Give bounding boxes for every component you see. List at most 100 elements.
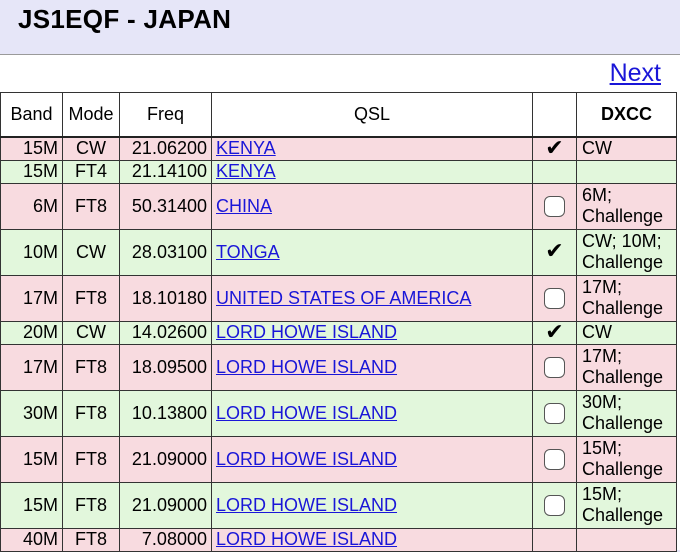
dxcc-cell: 17M; Challenge: [576, 343, 677, 391]
dxcc-line: Challenge: [582, 413, 664, 433]
freq-cell: 21.09000: [119, 435, 212, 483]
band-cell: 30M: [0, 389, 63, 437]
confirm-checkbox[interactable]: [544, 195, 565, 217]
dxcc-line: CW: [582, 138, 612, 158]
table-row: 15M CW 21.06200 KENYA ✔ CW: [0, 134, 677, 161]
check-cell: [532, 481, 577, 529]
qsl-country-link[interactable]: KENYA: [216, 161, 276, 181]
dxcc-cell: 6M; Challenge: [576, 182, 677, 230]
dxcc-line: Challenge: [582, 252, 664, 272]
qsl-country-link[interactable]: LORD HOWE ISLAND: [216, 495, 397, 515]
qsl-country-link[interactable]: LORD HOWE ISLAND: [216, 403, 397, 423]
column-header-freq: Freq: [119, 92, 212, 138]
dxcc-cell: CW: [576, 320, 677, 345]
qsl-country-link[interactable]: CHINA: [216, 196, 272, 216]
mode-cell: FT8: [62, 343, 120, 391]
qsl-country-link[interactable]: LORD HOWE ISLAND: [216, 529, 397, 549]
qsl-cell: KENYA: [211, 159, 533, 184]
mode-cell: CW: [62, 136, 120, 161]
table-row: 30M FT8 10.13800 LORD HOWE ISLAND 30M; Challe…: [0, 389, 677, 437]
mode-cell: FT8: [62, 274, 120, 322]
column-header-band: Band: [0, 92, 63, 138]
dxcc-line: 15M;: [582, 484, 623, 504]
dxcc-line: Challenge: [582, 367, 664, 387]
dxcc-cell: 15M; Challenge: [576, 435, 677, 483]
page-title: JS1EQF - JAPAN: [18, 4, 232, 34]
mode-cell: FT4: [62, 159, 120, 184]
qsl-cell: LORD HOWE ISLAND: [211, 527, 533, 552]
confirm-checkbox[interactable]: [544, 402, 565, 424]
qsl-cell: LORD HOWE ISLAND: [211, 343, 533, 391]
check-cell: [532, 435, 577, 483]
dxcc-line: 30M;: [582, 392, 623, 412]
band-cell: 10M: [0, 228, 63, 276]
freq-cell: 18.09500: [119, 343, 212, 391]
mode-cell: FT8: [62, 527, 120, 552]
table-row: 15M FT8 21.09000 LORD HOWE ISLAND 15M; Challe…: [0, 435, 677, 483]
table-row: 6M FT8 50.31400 CHINA 6M; Challenge: [0, 182, 677, 230]
mode-cell: CW: [62, 320, 120, 345]
freq-cell: 50.31400: [119, 182, 212, 230]
dxcc-line: CW; 10M;: [582, 231, 662, 251]
table-row: 15M FT4 21.14100 KENYA: [0, 159, 677, 184]
table-row: 10M CW 28.03100 TONGA ✔ CW; 10M; Challenge: [0, 228, 677, 276]
mode-cell: FT8: [62, 435, 120, 483]
check-cell: [532, 389, 577, 437]
dxcc-line: CW: [582, 322, 612, 342]
column-header-dxcc: DXCC: [576, 92, 677, 138]
dxcc-cell: [576, 527, 677, 552]
freq-cell: 28.03100: [119, 228, 212, 276]
dxcc-cell: CW: [576, 136, 677, 161]
qsl-cell: LORD HOWE ISLAND: [211, 389, 533, 437]
band-cell: 17M: [0, 274, 63, 322]
column-header-check: [532, 92, 577, 138]
confirm-checkbox[interactable]: [544, 448, 565, 470]
qsl-cell: TONGA: [211, 228, 533, 276]
table-row: 17M FT8 18.10180 UNITED STATES OF AMERICA 17…: [0, 274, 677, 322]
qsl-country-link[interactable]: TONGA: [216, 242, 280, 262]
checkmark-icon: ✔: [545, 134, 564, 160]
qsl-country-link[interactable]: LORD HOWE ISLAND: [216, 357, 397, 377]
dxcc-line: Challenge: [582, 505, 664, 525]
dxcc-cell: 17M; Challenge: [576, 274, 677, 322]
checkmark-icon: ✔: [545, 238, 564, 263]
mode-cell: FT8: [62, 389, 120, 437]
mode-cell: FT8: [62, 182, 120, 230]
qsl-cell: LORD HOWE ISLAND: [211, 481, 533, 529]
dxcc-line: 15M;: [582, 438, 623, 458]
check-cell: [532, 274, 577, 322]
freq-cell: 14.02600: [119, 320, 212, 345]
dxcc-line: Challenge: [582, 298, 664, 318]
dxcc-cell: 30M; Challenge: [576, 389, 677, 437]
dxcc-cell: 15M; Challenge: [576, 481, 677, 529]
qsl-cell: CHINA: [211, 182, 533, 230]
dxcc-line: Challenge: [582, 206, 664, 226]
dxcc-line: 17M;: [582, 346, 623, 366]
qsl-country-link[interactable]: LORD HOWE ISLAND: [216, 449, 397, 469]
band-cell: 15M: [0, 435, 63, 483]
table-row: 17M FT8 18.09500 LORD HOWE ISLAND 17M; Challe…: [0, 343, 677, 391]
column-header-qsl: QSL: [211, 92, 533, 138]
check-cell: ✔: [532, 134, 577, 161]
freq-cell: 21.06200: [119, 136, 212, 161]
table-row: 40M FT8 7.08000 LORD HOWE ISLAND: [0, 527, 677, 552]
confirm-checkbox[interactable]: [544, 287, 565, 309]
table-row: 15M FT8 21.09000 LORD HOWE ISLAND 15M; Challe…: [0, 481, 677, 529]
qsl-cell: LORD HOWE ISLAND: [211, 320, 533, 345]
check-cell: [532, 182, 577, 230]
confirm-checkbox[interactable]: [544, 356, 565, 378]
confirm-checkbox[interactable]: [544, 494, 565, 516]
band-cell: 15M: [0, 159, 63, 184]
dxcc-line: 17M;: [582, 277, 623, 297]
qsl-cell: UNITED STATES OF AMERICA: [211, 274, 533, 322]
band-cell: 40M: [0, 527, 63, 552]
qsl-country-link[interactable]: UNITED STATES OF AMERICA: [216, 288, 471, 308]
qsl-country-link[interactable]: LORD HOWE ISLAND: [216, 322, 397, 342]
band-cell: 17M: [0, 343, 63, 391]
freq-cell: 18.10180: [119, 274, 212, 322]
check-cell: ✔: [532, 320, 577, 345]
qsl-country-link[interactable]: KENYA: [216, 138, 276, 158]
next-link[interactable]: Next: [610, 59, 661, 88]
freq-cell: 10.13800: [119, 389, 212, 437]
band-cell: 20M: [0, 320, 63, 345]
